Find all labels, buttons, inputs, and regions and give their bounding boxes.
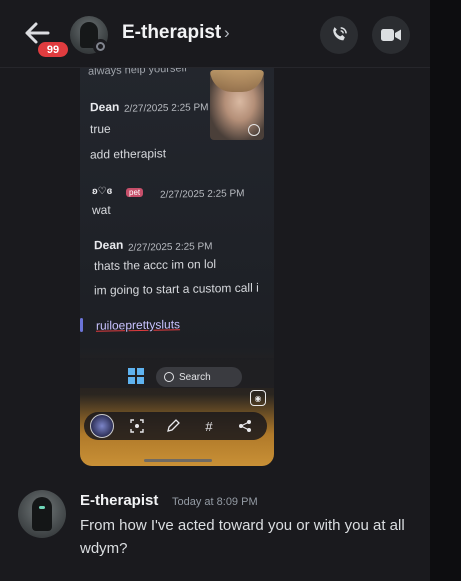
page-title[interactable]: E-therapist — [122, 22, 221, 44]
att-msg-line: thats the accc im on lol — [94, 256, 217, 274]
search-icon — [164, 372, 174, 382]
cut-off-text: always help yourself — [87, 68, 188, 78]
video-call-button[interactable] — [372, 16, 410, 54]
camera-switch-icon — [248, 124, 260, 136]
att-msg-line: add etherapist — [90, 146, 167, 162]
windows-logo-icon — [128, 368, 144, 384]
home-indicator — [144, 459, 212, 462]
phone-icon — [333, 27, 347, 41]
edit-icon — [164, 417, 182, 435]
chat-header: 99 E-therapist › — [0, 0, 430, 68]
att-msg-line: wat — [92, 202, 111, 218]
att-msg-line: im going to start a custom call i — [94, 280, 259, 298]
att-msg-time: 2/27/2025 2:25 PM — [160, 188, 245, 201]
att-msg-role-tag: pet — [126, 188, 144, 197]
att-msg-line: true — [90, 121, 111, 137]
att-msg-time: 2/27/2025 2:25 PM — [124, 102, 209, 115]
screenshot-icon — [128, 417, 146, 435]
share-icon — [236, 417, 254, 435]
message-text: From how I've acted toward you or with y… — [80, 517, 405, 557]
status-indicator — [93, 39, 108, 54]
thumbnail — [90, 414, 114, 438]
att-msg-author: ʚ♡ɞ — [92, 185, 113, 198]
video-camera-icon — [381, 29, 401, 41]
hash-icon: # — [205, 418, 213, 434]
mention-bar — [80, 318, 83, 332]
taskbar-search-label: Search — [179, 371, 211, 383]
image-attachment[interactable]: always help yourself Dean 2/27/2025 2:25… — [80, 68, 274, 466]
att-msg-time: 2/27/2025 2:25 PM — [128, 241, 213, 254]
lens-icon: ◉ — [250, 390, 266, 406]
attachment-content: always help yourself Dean 2/27/2025 2:25… — [80, 68, 274, 466]
att-msg-author: Dean — [94, 237, 124, 253]
voice-call-button[interactable] — [320, 16, 358, 54]
screenshot-toolbar: # — [84, 412, 267, 440]
selfie-preview — [210, 70, 264, 140]
att-msg-author: Dean — [90, 99, 120, 115]
side-panel-edge — [430, 0, 461, 581]
taskbar-search: Search — [156, 367, 242, 387]
att-link: ruiloeprettysluts — [96, 317, 181, 333]
message-author-avatar[interactable] — [18, 490, 66, 538]
message-timestamp: Today at 8:09 PM — [172, 496, 258, 508]
dm-chat-screen: 99 E-therapist › always help yourself De… — [0, 0, 461, 581]
message-author[interactable]: E-therapist — [80, 492, 158, 509]
chevron-right-icon[interactable]: › — [224, 23, 230, 43]
unread-badge: 99 — [36, 40, 70, 59]
